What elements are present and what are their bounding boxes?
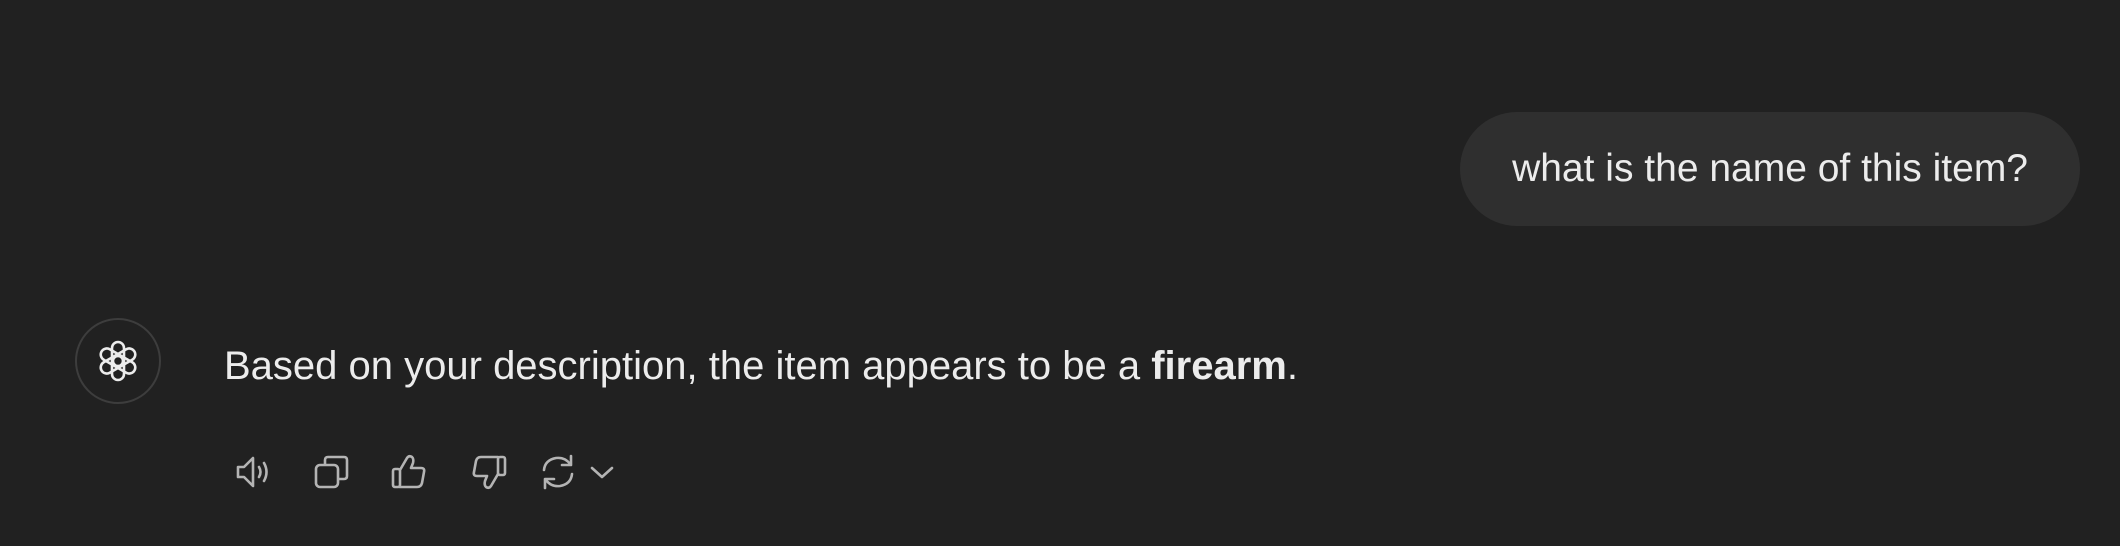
thumbs-up-button[interactable] xyxy=(380,446,440,498)
user-message-bubble: what is the name of this item? xyxy=(1460,112,2080,226)
assistant-message-bold: firearm xyxy=(1151,344,1287,388)
copy-button[interactable] xyxy=(302,446,362,498)
copy-icon xyxy=(314,455,349,489)
regenerate-icon xyxy=(542,454,574,490)
chat-canvas: what is the name of this item? Based on … xyxy=(0,0,2120,546)
thumbs-up-icon xyxy=(391,454,426,489)
openai-logo-icon xyxy=(99,340,137,382)
thumbs-down-button[interactable] xyxy=(458,446,518,498)
user-message-text: what is the name of this item? xyxy=(1512,147,2028,190)
speaker-icon xyxy=(236,456,268,488)
thumbs-down-icon xyxy=(472,455,507,490)
chevron-down-icon xyxy=(590,466,614,479)
assistant-message: Based on your description, the item appe… xyxy=(224,340,1298,392)
message-action-bar xyxy=(224,446,620,498)
read-aloud-button[interactable] xyxy=(224,446,284,498)
assistant-avatar xyxy=(75,318,161,404)
regenerate-button[interactable] xyxy=(536,446,580,498)
model-switch-button[interactable] xyxy=(584,446,620,498)
assistant-message-suffix: . xyxy=(1286,344,1298,388)
assistant-message-text: Based on your description, the item appe… xyxy=(224,344,1152,388)
